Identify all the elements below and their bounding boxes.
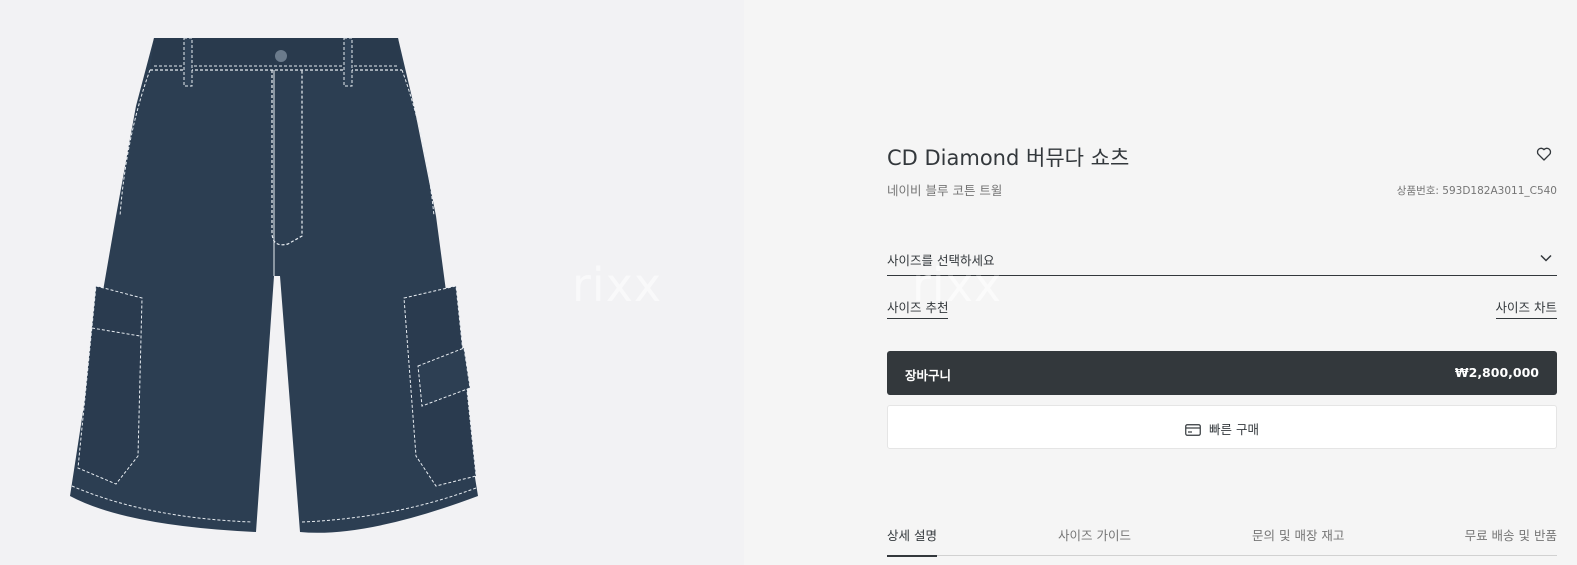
chevron-down-icon (1540, 254, 1552, 262)
tab-size-guide[interactable]: 사이즈 가이드 (1058, 525, 1131, 544)
shorts-illustration (70, 37, 478, 533)
product-title: CD Diamond 버뮤다 쇼츠 (887, 146, 1130, 170)
tab-free-shipping[interactable]: 무료 배송 및 반품 (1465, 525, 1557, 544)
size-chart-link[interactable]: 사이즈 차트 (1495, 297, 1557, 319)
credit-card-icon (1185, 424, 1201, 436)
heart-icon (1536, 147, 1552, 161)
product-image (70, 37, 478, 533)
size-select-label: 사이즈를 선택하세요 (887, 253, 995, 268)
add-to-cart-button[interactable]: 장바구니 ₩2,800,000 (887, 351, 1557, 395)
product-subtitle: 네이비 블루 코튼 트윌 (887, 183, 1003, 198)
price: ₩2,800,000 (1454, 365, 1539, 380)
product-gallery: rixx (0, 0, 744, 565)
size-select[interactable]: 사이즈를 선택하세요 (887, 245, 1557, 276)
tab-inquiry-stock[interactable]: 문의 및 매장 재고 (1252, 525, 1344, 544)
product-reference: 상품번호: 593D182A3011_C540 (1396, 185, 1557, 197)
product-info-panel: CD Diamond 버뮤다 쇼츠 네이비 블루 코튼 트윌 상품번호: 593… (744, 0, 1577, 565)
watermark: rixx (572, 258, 663, 312)
size-recommend-link[interactable]: 사이즈 추천 (887, 297, 949, 319)
quick-buy-label: 빠른 구매 (1209, 422, 1259, 437)
tab-details[interactable]: 상세 설명 (887, 525, 937, 557)
cart-label: 장바구니 (905, 368, 952, 383)
quick-buy-button[interactable]: 빠른 구매 (887, 405, 1557, 449)
product-tabs: 상세 설명 사이즈 가이드 문의 및 매장 재고 무료 배송 및 반품 (887, 515, 1557, 557)
wishlist-button[interactable] (1536, 146, 1554, 164)
